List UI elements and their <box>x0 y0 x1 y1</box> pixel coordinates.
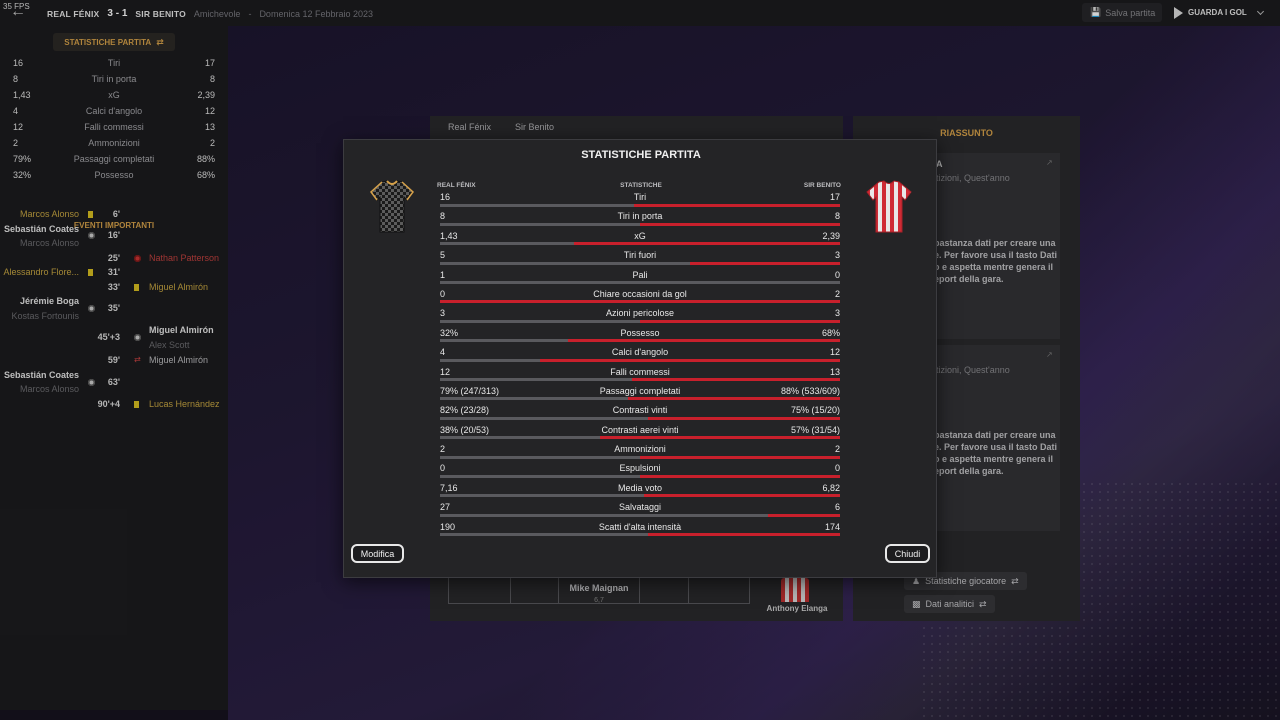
stat-label: Salvataggi <box>618 502 662 513</box>
stat-home-bar <box>440 203 634 207</box>
stat-comparison-bar <box>440 242 840 246</box>
stat-home-bar <box>440 494 644 498</box>
stat-home-bar <box>440 533 648 537</box>
stat-row: 27 Salvataggi 6 <box>440 502 840 521</box>
stat-comparison-bar <box>440 513 840 517</box>
stat-away-value: 2,39 <box>822 230 840 241</box>
stat-away-value: 17 <box>829 192 840 202</box>
stat-home-bar <box>440 416 648 420</box>
stat-row: 0 Chiare occasioni da gol 2 <box>440 289 840 308</box>
stat-row: 3 Azioni pericolose 3 <box>440 308 840 327</box>
stat-away-value: 174 <box>824 521 840 532</box>
stat-label: Calci d'angolo <box>611 347 669 358</box>
stat-comparison-bar <box>440 222 840 226</box>
stat-row: 5 Tiri fuori 3 <box>440 250 840 269</box>
stat-comparison-bar <box>440 261 840 265</box>
stat-away-value: 88% (533/609) <box>780 385 840 396</box>
stat-label: Scatti d'alta intensità <box>598 521 682 532</box>
stat-home-bar <box>440 436 600 440</box>
stat-comparison-bar <box>440 494 840 498</box>
stat-home-bar <box>440 513 768 517</box>
stat-comparison-bar <box>440 358 840 362</box>
header-away-team: SIR BENITO <box>803 182 841 189</box>
stat-comparison-bar <box>440 474 840 478</box>
stat-label: Azioni pericolose <box>605 308 675 319</box>
stat-home-bar <box>440 222 640 226</box>
stat-label: Ammonizioni <box>614 444 666 455</box>
stat-row: 2 Ammonizioni 2 <box>440 444 840 463</box>
stat-away-value: 6,82 <box>822 482 840 493</box>
stat-home-bar <box>440 242 574 246</box>
stat-comparison-bar <box>440 203 840 207</box>
stat-away-value: 2 <box>834 444 840 455</box>
stat-away-value: 57% (31/54) <box>790 424 840 435</box>
stat-away-value: 6 <box>834 502 840 513</box>
stat-comparison-bar <box>440 281 840 285</box>
stat-label: Contrasti aerei vinti <box>601 424 679 435</box>
stat-row: 0 Espulsioni 0 <box>440 463 840 482</box>
match-stats-modal: STATISTICHE PARTITA REAL FÉNIX STATISTIC… <box>343 139 937 578</box>
stat-label: Espulsioni <box>619 463 661 474</box>
stat-row: 190 Scatti d'alta intensità 174 <box>440 522 840 541</box>
stat-comparison-bar <box>440 319 840 323</box>
stat-home-bar <box>440 339 568 343</box>
stat-row: 82% (23/28) Contrasti vinti 75% (15/20) <box>440 405 840 424</box>
stat-home-bar <box>440 397 628 401</box>
stat-away-value: 12 <box>829 347 840 358</box>
stat-comparison-bar <box>440 397 840 401</box>
stat-row: 79% (247/313) Passaggi completati 88% (533… <box>440 386 840 405</box>
stat-away-value: 8 <box>834 211 840 222</box>
stat-row: 7,16 Media voto 6,82 <box>440 483 840 502</box>
modal-title: STATISTICHE PARTITA <box>581 149 701 161</box>
stat-away-value: 13 <box>829 366 840 377</box>
header-stats: STATISTICHE <box>620 182 662 189</box>
stat-home-bar <box>440 281 840 285</box>
stat-label: Tiri in porta <box>617 211 663 222</box>
stat-home-bar <box>440 319 640 323</box>
stat-label: xG <box>634 230 646 241</box>
stat-row: 16 Tiri 17 <box>440 192 840 211</box>
stat-label: Pali <box>632 269 648 280</box>
stats-table: 16 Tiri 17 8 Tiri in porta 8 1,43 xG 2,39 5 Tiri f… <box>440 192 840 541</box>
stat-home-bar <box>440 474 640 478</box>
stat-away-value: 3 <box>834 250 840 261</box>
stat-label: Possesso <box>620 327 660 338</box>
stat-label: Chiare occasioni da gol <box>593 288 687 299</box>
stat-away-value: 0 <box>834 463 840 474</box>
edit-button[interactable]: Modifica <box>351 544 404 563</box>
stat-away-value: 3 <box>834 308 840 319</box>
stat-comparison-bar <box>440 378 840 382</box>
stat-comparison-bar <box>440 300 840 304</box>
stat-row: 1,43 xG 2,39 <box>440 231 840 250</box>
stat-comparison-bar <box>440 339 840 343</box>
stat-away-value: 75% (15/20) <box>790 405 840 416</box>
stat-row: 32% Possesso 68% <box>440 328 840 347</box>
stat-row: 1 Pali 0 <box>440 270 840 289</box>
stat-row: 4 Calci d'angolo 12 <box>440 347 840 366</box>
stat-comparison-bar <box>440 416 840 420</box>
stat-home-bar <box>440 358 540 362</box>
stat-row: 38% (20/53) Contrasti aerei vinti 57% (31/… <box>440 425 840 444</box>
stat-comparison-bar <box>440 455 840 459</box>
stat-row: 8 Tiri in porta 8 <box>440 211 840 230</box>
stat-comparison-bar <box>440 533 840 537</box>
stat-away-value: 68% <box>821 327 840 338</box>
close-button[interactable]: Chiudi <box>885 544 930 563</box>
stat-home-bar <box>440 261 690 265</box>
stat-label: Tiri <box>633 192 647 202</box>
stat-row: 12 Falli commessi 13 <box>440 367 840 386</box>
stat-away-value: 0 <box>834 269 840 280</box>
stat-label: Media voto <box>617 482 663 493</box>
stat-home-bar <box>440 455 640 459</box>
stat-home-bar <box>440 378 632 382</box>
stat-label: Falli commessi <box>610 366 670 377</box>
stat-label: Tiri fuori <box>623 250 657 261</box>
stat-away-value: 2 <box>834 288 840 299</box>
stat-label: Contrasti vinti <box>612 405 668 416</box>
stat-comparison-bar <box>440 436 840 440</box>
